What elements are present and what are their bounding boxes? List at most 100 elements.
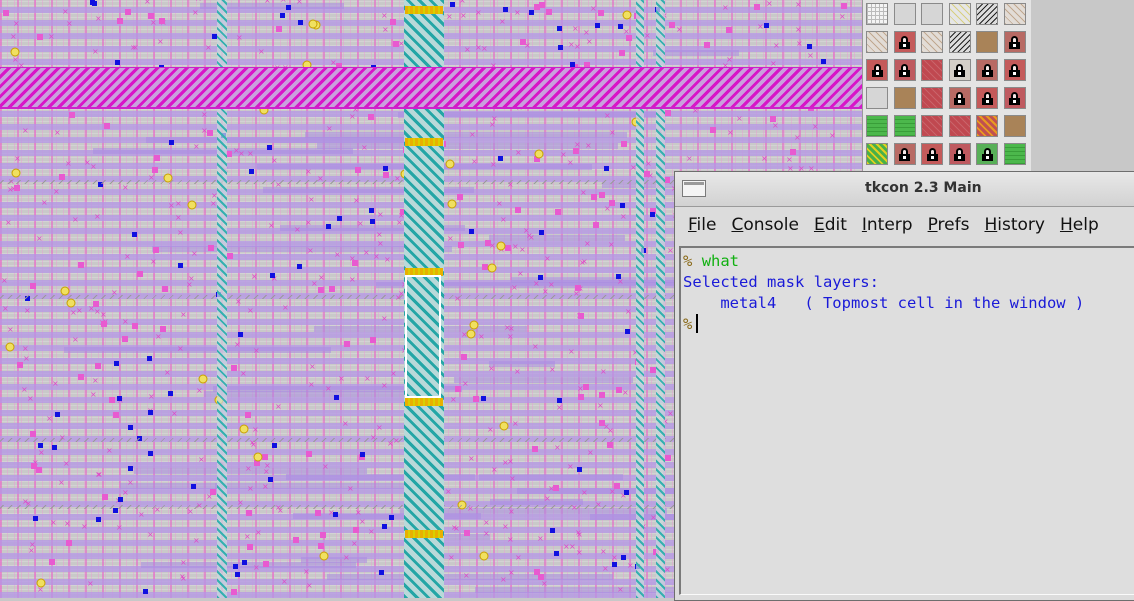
contact-mark: ×: [508, 324, 515, 333]
layer-swatch-red[interactable]: [921, 59, 943, 81]
contact-mark: ×: [305, 167, 312, 176]
contact-mark: ×: [359, 517, 366, 526]
layer-swatch-lock[interactable]: [866, 59, 888, 81]
contact: [455, 386, 461, 392]
contact: [355, 167, 361, 173]
menu-edit[interactable]: Edit: [814, 215, 847, 235]
contact-mark: ×: [334, 250, 341, 259]
layer-swatch-grid[interactable]: [866, 3, 888, 25]
contact-mark: ×: [487, 425, 494, 434]
layer-swatch-red[interactable]: [921, 87, 943, 109]
layer-swatch-lock[interactable]: [948, 143, 971, 165]
contact-mark: ×: [353, 196, 360, 205]
via-ring: [10, 47, 20, 57]
contact-mark: ×: [171, 409, 178, 418]
via: [370, 219, 375, 224]
layer-swatch-lock[interactable]: [1003, 31, 1026, 53]
menu-help[interactable]: Help: [1060, 215, 1099, 235]
contact: [593, 222, 599, 228]
menu-prefs[interactable]: Prefs: [928, 215, 970, 235]
layer-swatch-lock[interactable]: [893, 31, 916, 53]
contact-mark: ×: [325, 384, 332, 393]
via: [52, 445, 57, 450]
contact: [30, 431, 36, 437]
contact: [383, 172, 389, 178]
via: [147, 356, 152, 361]
layer-swatch-lock[interactable]: [976, 87, 998, 109]
layer-swatch-brown[interactable]: [976, 31, 998, 53]
layer-swatch-black-hatch[interactable]: [948, 31, 971, 53]
metal-horizontal-strap[interactable]: [0, 68, 862, 108]
via: [148, 410, 153, 415]
layer-swatch-yellow-hatch[interactable]: [948, 3, 971, 25]
layer-swatch-lock[interactable]: [976, 59, 998, 81]
layer-swatch-brown[interactable]: [893, 87, 916, 109]
selection-box[interactable]: [405, 275, 441, 398]
menu-file[interactable]: File: [688, 215, 716, 235]
contact: [573, 148, 579, 154]
via-ring: [187, 200, 197, 210]
contact-mark: ×: [349, 112, 356, 121]
layer-swatch-brown[interactable]: [1003, 115, 1026, 137]
contact-mark: ×: [13, 19, 20, 28]
layer-swatch-green[interactable]: [1003, 143, 1026, 165]
via-ring: [469, 320, 479, 330]
layer-swatch-green[interactable]: [893, 115, 916, 137]
contact-mark: ×: [122, 488, 129, 497]
via: [242, 560, 247, 565]
layer-swatch-lock[interactable]: [948, 87, 971, 109]
via: [650, 212, 655, 217]
contact-mark: ×: [667, 409, 674, 418]
contact-mark: ×: [499, 17, 506, 26]
via-ring: [239, 424, 249, 434]
via: [612, 562, 617, 567]
layer-swatch-lock[interactable]: [921, 143, 943, 165]
contact-mark: ×: [236, 33, 243, 42]
window-menu-icon[interactable]: [682, 180, 706, 197]
contact-mark: ×: [722, 3, 729, 12]
contact: [78, 262, 84, 268]
layer-swatch-plain[interactable]: [893, 3, 916, 25]
menu-history[interactable]: History: [984, 215, 1045, 235]
layer-swatch-lock[interactable]: [1003, 59, 1026, 81]
via: [238, 332, 243, 337]
contact-mark: ×: [351, 539, 358, 548]
menu-console[interactable]: Console: [731, 215, 799, 235]
layer-swatch-lock[interactable]: [893, 143, 916, 165]
contact: [153, 247, 159, 253]
layer-swatch-black-hatch[interactable]: [976, 3, 998, 25]
window-title: tkcon 2.3 Main: [865, 180, 982, 196]
layer-swatch-tan-hatch[interactable]: [1003, 3, 1026, 25]
window-titlebar[interactable]: tkcon 2.3 Main: [675, 172, 1134, 207]
layer-swatch-tan-hatch[interactable]: [866, 31, 888, 53]
layer-swatch-plain[interactable]: [866, 87, 888, 109]
menu-interp[interactable]: Interp: [862, 215, 913, 235]
layer-swatch-red[interactable]: [921, 115, 943, 137]
layer-swatch-green[interactable]: [866, 115, 888, 137]
contact-mark: ×: [233, 146, 240, 155]
layer-swatch-green-hatch[interactable]: [866, 143, 888, 165]
layer-swatch-plain[interactable]: [921, 3, 943, 25]
layer-swatch-lock[interactable]: [893, 59, 916, 81]
contact-mark: ×: [459, 0, 466, 5]
layer-swatch-tan-hatch[interactable]: [921, 31, 943, 53]
contact: [555, 209, 561, 215]
via: [249, 169, 254, 174]
layer-swatch-lock[interactable]: [976, 143, 998, 165]
layer-swatch-lock[interactable]: [1003, 87, 1026, 109]
contact-mark: ×: [488, 364, 495, 373]
contact-mark: ×: [507, 332, 514, 341]
console-line-input[interactable]: %: [683, 314, 1134, 335]
contact: [109, 397, 115, 403]
contact-mark: ×: [450, 395, 457, 404]
contact: [591, 194, 597, 200]
tkcon-window: tkcon 2.3 Main File Console Edit Interp …: [674, 171, 1134, 601]
console-text-area[interactable]: % what Selected mask layers: metal4 ( To…: [679, 246, 1134, 595]
contact-mark: ×: [164, 368, 171, 377]
layer-swatch-red[interactable]: [948, 115, 971, 137]
layer-swatch-orange-hatch[interactable]: [976, 115, 998, 137]
contact-mark: ×: [604, 111, 611, 120]
contact: [152, 167, 158, 173]
layer-swatch-lock[interactable]: [948, 59, 971, 81]
via: [114, 361, 119, 366]
